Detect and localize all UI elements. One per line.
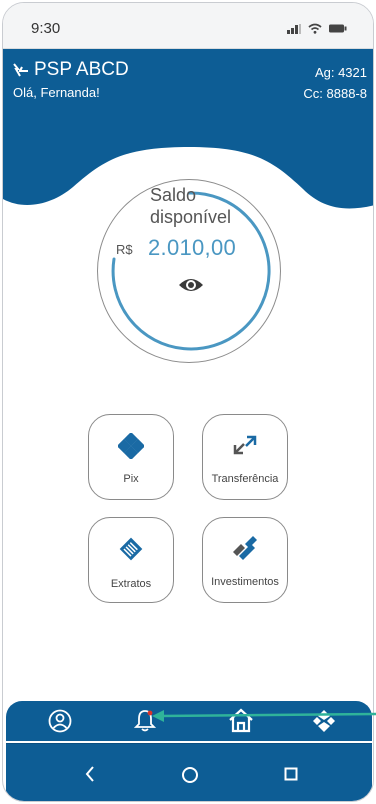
agency-number: Ag: 4321 xyxy=(314,65,367,80)
investments-label: Investimentos xyxy=(211,576,279,588)
pix-icon xyxy=(118,433,144,459)
balance-currency: R$ xyxy=(116,242,133,257)
statement-icon xyxy=(119,537,143,561)
balance-amount: 2.010,00 xyxy=(148,235,237,260)
nav-back-button[interactable] xyxy=(84,766,96,787)
transfer-button[interactable]: Transferência xyxy=(202,414,288,500)
investments-button[interactable]: Investimentos xyxy=(202,517,288,603)
nav-recents-button[interactable] xyxy=(284,767,298,786)
investments-icon xyxy=(233,536,257,560)
status-icons xyxy=(287,23,347,34)
eye-icon xyxy=(179,279,203,291)
brand-bolt-icon xyxy=(13,63,28,77)
bottom-tab-bar xyxy=(6,701,372,741)
status-time: 9:30 xyxy=(31,20,61,37)
profile-icon xyxy=(48,709,72,733)
signal-icon xyxy=(287,23,301,34)
battery-icon xyxy=(329,24,347,33)
toggle-balance-visibility[interactable] xyxy=(178,277,204,298)
pix-button[interactable]: Pix xyxy=(88,414,174,500)
back-chevron-icon xyxy=(85,766,94,782)
brand-name: PSP ABCD xyxy=(34,59,129,80)
home-icon xyxy=(229,708,253,733)
balance-card: Saldo disponível R$ 2.010,00 xyxy=(97,179,281,363)
tab-notifications[interactable] xyxy=(133,709,157,738)
system-navigation-bar xyxy=(6,743,372,801)
circle-home-icon xyxy=(182,767,198,783)
greeting-text: Olá, Fernanda! xyxy=(13,85,100,100)
balance-title: Saldo disponível xyxy=(150,185,232,227)
brand-logo: PSP ABCD xyxy=(13,59,129,81)
transfer-label: Transferência xyxy=(211,473,279,485)
pix-label: Pix xyxy=(123,473,139,485)
statements-button[interactable]: Extratos xyxy=(88,517,174,603)
nav-home-button[interactable] xyxy=(181,766,199,789)
tab-home[interactable] xyxy=(228,707,254,738)
tab-profile[interactable] xyxy=(48,709,72,738)
bell-icon xyxy=(133,710,157,732)
pix-icon xyxy=(313,710,335,732)
transfer-arrows-icon xyxy=(233,435,257,455)
phone-frame: 9:30 PSP ABCD Olá, Fernanda! Ag: 4321 Cc… xyxy=(2,2,374,802)
status-bar: 9:30 xyxy=(3,3,373,49)
square-recents-icon xyxy=(284,767,298,781)
account-number: Cc: 8888-8 xyxy=(303,86,367,101)
statements-label: Extratos xyxy=(110,578,152,590)
tab-pix[interactable] xyxy=(312,709,336,738)
wifi-icon xyxy=(308,23,322,34)
